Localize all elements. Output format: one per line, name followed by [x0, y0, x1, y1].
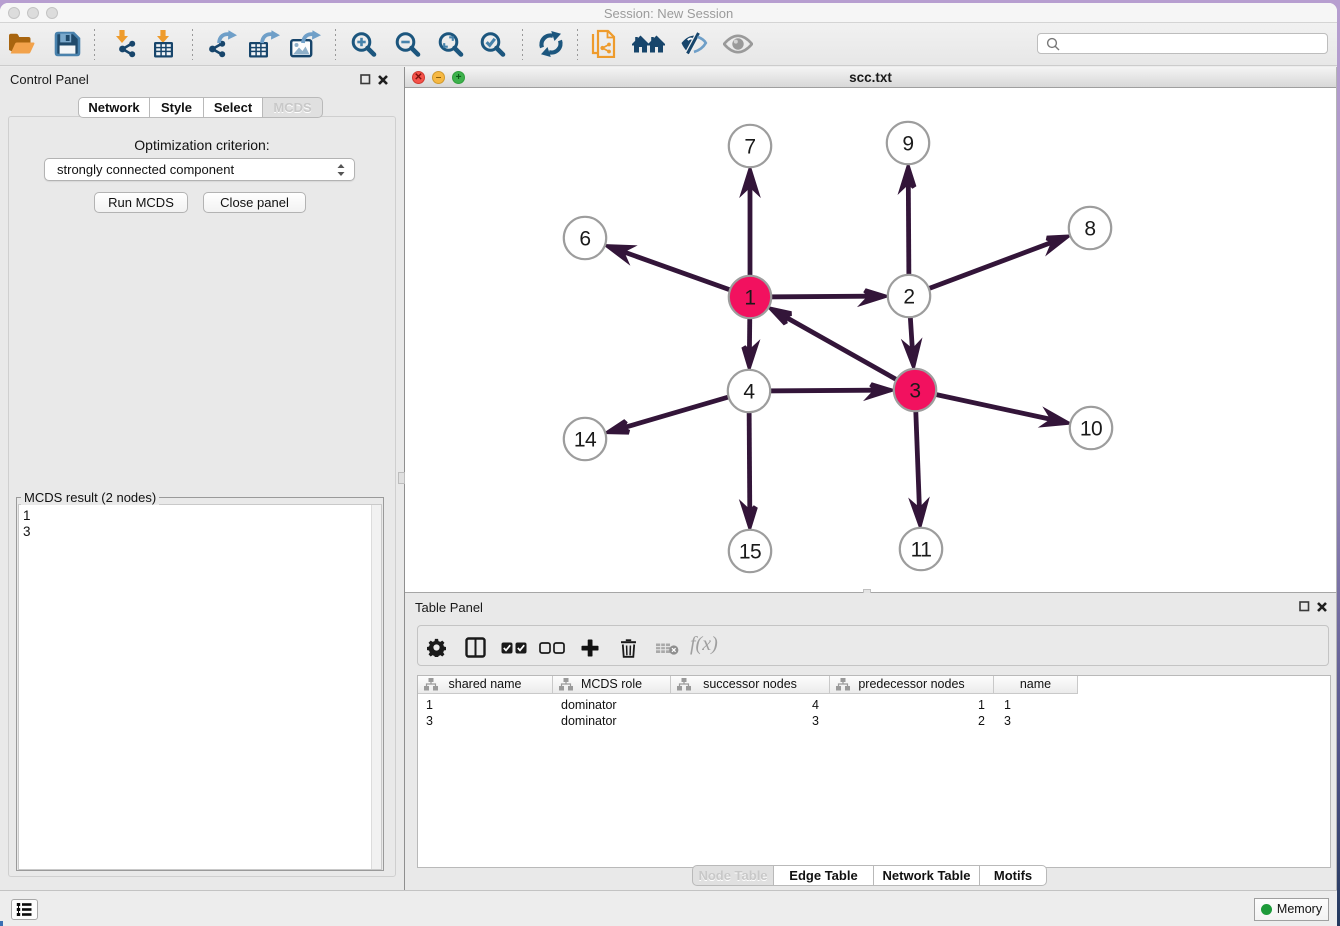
svg-text:6: 6 [579, 228, 590, 251]
svg-text:10: 10 [1080, 418, 1102, 441]
svg-text:7: 7 [744, 136, 755, 159]
svg-text:1: 1 [744, 287, 755, 310]
svg-text:15: 15 [739, 541, 761, 564]
svg-text:11: 11 [911, 539, 932, 562]
svg-text:4: 4 [743, 381, 755, 404]
svg-text:8: 8 [1084, 218, 1095, 241]
svg-text:3: 3 [909, 380, 920, 403]
svg-text:14: 14 [574, 429, 597, 452]
svg-text:2: 2 [903, 286, 914, 309]
svg-text:9: 9 [902, 133, 913, 156]
